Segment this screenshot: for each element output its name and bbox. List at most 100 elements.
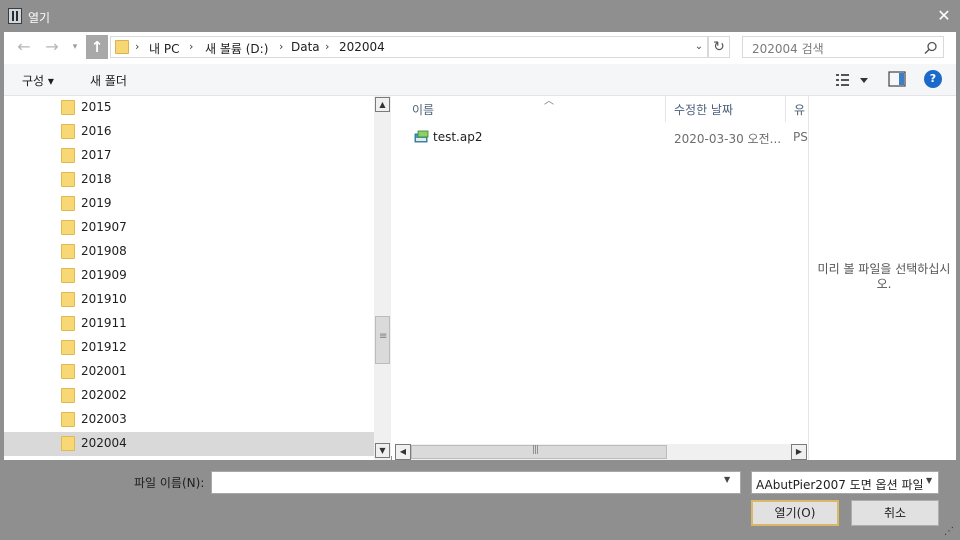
tree-item[interactable]: 201909 — [4, 264, 374, 288]
command-bar: 구성 ▾ 새 폴더 ? — [4, 64, 956, 96]
preview-pane-icon[interactable] — [888, 71, 906, 87]
scroll-down-icon[interactable]: ▼ — [375, 443, 390, 458]
preview-pane: 미리 볼 파일을 선택하십시오. — [808, 96, 956, 460]
filename-input[interactable]: ▼ — [211, 471, 741, 494]
scroll-up-icon[interactable]: ▲ — [375, 97, 390, 112]
filetype-select[interactable]: AAbutPier2007 도면 옵션 파일 ▼ — [751, 471, 939, 494]
tree-item-label: 201910 — [81, 292, 127, 306]
tree-item-label: 202002 — [81, 388, 127, 402]
tree-item[interactable]: 202003 — [4, 408, 374, 432]
tree-item-label: 2019 — [81, 196, 112, 210]
tree-item-label: 2015 — [81, 100, 112, 114]
file-name: test.ap2 — [433, 130, 483, 144]
app-icon — [8, 8, 22, 24]
folder-icon — [61, 268, 75, 283]
folder-icon — [61, 124, 75, 139]
chevron-down-icon[interactable]: ▼ — [926, 476, 932, 485]
search-placeholder: 202004 검색 — [752, 42, 824, 56]
search-icon[interactable] — [923, 40, 939, 56]
close-icon[interactable]: ✕ — [932, 4, 956, 28]
new-folder-button[interactable]: 새 폴더 — [90, 72, 127, 89]
breadcrumb-separator: › — [279, 40, 284, 53]
column-header-date[interactable]: 수정한 날짜 — [666, 96, 786, 122]
folder-icon — [61, 388, 75, 403]
dialog-window: 열기 ✕ ← → ▾ ↑ › 내 PC › 새 볼륨 (D:) › Data ›… — [0, 0, 960, 540]
tree-item[interactable]: 202001 — [4, 360, 374, 384]
tree-item-label: 2016 — [81, 124, 112, 138]
folder-icon — [61, 292, 75, 307]
folder-icon — [61, 100, 75, 115]
filetype-value: AAbutPier2007 도면 옵션 파일 — [756, 478, 924, 492]
tree-item-label: 201909 — [81, 268, 127, 282]
tree-item-selected[interactable]: 202004 — [4, 432, 374, 456]
file-list-hscrollbar[interactable]: ◀ ▶ — [395, 444, 807, 460]
column-header-name[interactable]: 이름 ︿ — [404, 96, 666, 122]
tree-item[interactable]: 201908 — [4, 240, 374, 264]
breadcrumb-separator: › — [135, 40, 140, 53]
column-header-type[interactable]: 유 — [786, 96, 808, 122]
file-modified-date: 2020-03-30 오전... — [674, 132, 782, 146]
breadcrumb-data[interactable]: Data — [291, 40, 320, 54]
tree-item[interactable]: 201911 — [4, 312, 374, 336]
title-bar[interactable]: 열기 ✕ — [0, 0, 960, 32]
tree-item[interactable]: 202002 — [4, 384, 374, 408]
folder-icon — [61, 196, 75, 211]
help-icon[interactable]: ? — [924, 70, 942, 88]
navigation-pane[interactable]: 2015 2016 2017 2018 2019 201907 201908 2… — [4, 96, 374, 460]
tree-item[interactable]: 2017 — [4, 144, 374, 168]
tree-item[interactable]: 201912 — [4, 336, 374, 360]
nav-scrollbar[interactable]: ▲ ▼ — [374, 96, 391, 460]
scroll-thumb[interactable] — [375, 316, 390, 364]
arrow-up-icon[interactable]: ↑ — [86, 35, 108, 59]
tree-item[interactable]: 201907 — [4, 216, 374, 240]
folder-icon — [61, 316, 75, 331]
tree-item[interactable]: 201910 — [4, 288, 374, 312]
tree-item[interactable]: 2016 — [4, 120, 374, 144]
chevron-down-icon[interactable]: ⌄ — [691, 39, 707, 55]
tree-item-label: 202003 — [81, 412, 127, 426]
folder-icon — [61, 364, 75, 379]
column-label: 유 — [794, 103, 806, 117]
preview-message: 미리 볼 파일을 선택하십시오. — [817, 262, 951, 291]
tree-item[interactable]: 2015 — [4, 96, 374, 120]
scroll-right-icon[interactable]: ▶ — [791, 444, 807, 460]
breadcrumb-separator: › — [325, 40, 330, 53]
refresh-icon[interactable]: ↻ — [708, 36, 730, 58]
resize-grip-icon[interactable]: ⋰ — [944, 526, 956, 538]
breadcrumb-current[interactable]: 202004 — [339, 40, 385, 54]
tree-item-label: 2017 — [81, 148, 112, 162]
filename-label: 파일 이름(N): — [134, 476, 205, 490]
scroll-thumb[interactable] — [411, 445, 667, 459]
tree-item-label: 201908 — [81, 244, 127, 258]
chevron-down-icon[interactable]: ▾ — [68, 37, 82, 57]
dialog-title: 열기 — [28, 11, 51, 25]
breadcrumb-volume[interactable]: 새 볼륨 (D:) — [205, 40, 268, 57]
folder-icon — [61, 436, 75, 451]
chevron-down-icon[interactable]: ▼ — [724, 475, 730, 484]
cancel-button[interactable]: 취소 — [851, 500, 939, 526]
folder-icon — [61, 244, 75, 259]
tree-item-label: 201911 — [81, 316, 127, 330]
arrow-right-icon[interactable]: → — [42, 37, 62, 57]
breadcrumb-separator: › — [189, 40, 194, 53]
address-bar[interactable]: › 내 PC › 새 볼륨 (D:) › Data › 202004 ⌄ — [110, 36, 708, 58]
folder-icon — [61, 172, 75, 187]
tree-item[interactable]: 2018 — [4, 168, 374, 192]
arrow-left-icon[interactable]: ← — [14, 37, 34, 57]
search-input[interactable]: 202004 검색 — [742, 36, 944, 58]
tree-item[interactable]: 2019 — [4, 192, 374, 216]
folder-icon — [61, 340, 75, 355]
column-label: 수정한 날짜 — [674, 103, 734, 117]
breadcrumb-this-pc[interactable]: 내 PC — [149, 40, 179, 57]
file-row[interactable]: test.ap2 2020-03-30 오전... PS — [392, 126, 808, 148]
folder-icon — [61, 148, 75, 163]
scroll-left-icon[interactable]: ◀ — [395, 444, 411, 460]
file-list[interactable]: 이름 ︿ 수정한 날짜 유 test.ap2 2020-03-30 오전... … — [392, 96, 808, 460]
view-options-icon[interactable] — [832, 70, 872, 90]
column-label: 이름 — [412, 103, 435, 117]
tree-item-label: 202004 — [81, 436, 127, 450]
tree-item-label: 201912 — [81, 340, 127, 354]
organize-button[interactable]: 구성 ▾ — [22, 72, 54, 89]
file-icon — [414, 130, 429, 143]
open-button[interactable]: 열기(O) — [751, 500, 839, 526]
